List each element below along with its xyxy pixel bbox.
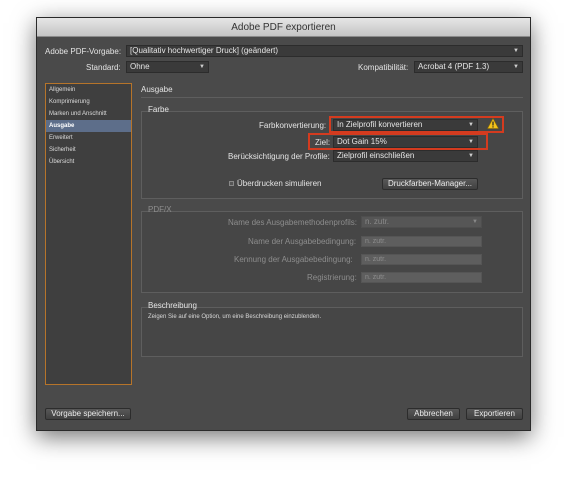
sidebar-item-ausgabe[interactable]: Ausgabe xyxy=(46,120,131,132)
registry-label: Registrierung: xyxy=(307,273,357,282)
sidebar: Allgemein Komprimierung Marken und Ansch… xyxy=(45,83,132,385)
save-preset-button[interactable]: Vorgabe speichern... xyxy=(45,408,131,420)
description-text: Zeigen Sie auf eine Option, um eine Besc… xyxy=(148,314,322,320)
output-profile-value: n. zutr. xyxy=(365,217,390,226)
output-profile-dropdown: n. zutr. ▼ xyxy=(361,216,482,228)
chevron-down-icon: ▼ xyxy=(513,48,519,54)
section-title: Ausgabe xyxy=(141,85,173,94)
condition-id-label: Kennung der Ausgabebedingung: xyxy=(234,255,353,264)
compat-dropdown[interactable]: Acrobat 4 (PDF 1.3) ▼ xyxy=(414,61,523,73)
target-highlight xyxy=(308,133,488,150)
chevron-down-icon: ▼ xyxy=(472,219,478,225)
profile-value: Zielprofil einschließen xyxy=(337,151,415,160)
standard-value: Ohne xyxy=(130,62,150,71)
window-title: Adobe PDF exportieren xyxy=(37,18,530,37)
chevron-down-icon: ▼ xyxy=(199,64,205,70)
condition-id-field: n. zutr. xyxy=(361,254,482,265)
conversion-highlight xyxy=(329,116,504,133)
preset-value: [Qualitativ hochwertiger Druck] (geänder… xyxy=(130,46,279,55)
profile-label: Berücksichtigung der Profile: xyxy=(228,152,330,161)
profile-dropdown[interactable]: Zielprofil einschließen ▼ xyxy=(333,150,478,162)
farbe-title: Farbe xyxy=(148,105,169,114)
chevron-down-icon: ▼ xyxy=(513,64,519,70)
standard-dropdown[interactable]: Ohne ▼ xyxy=(126,61,209,73)
registry-field: n. zutr. xyxy=(361,272,482,283)
section-divider xyxy=(141,97,523,98)
compat-value: Acrobat 4 (PDF 1.3) xyxy=(418,62,490,71)
preset-label: Adobe PDF-Vorgabe: xyxy=(45,47,122,56)
sidebar-item-allgemein[interactable]: Allgemein xyxy=(46,84,131,96)
standard-label: Standard: xyxy=(86,63,121,72)
description-title: Beschreibung xyxy=(148,301,197,310)
sidebar-item-sicherheit[interactable]: Sicherheit xyxy=(46,144,131,156)
ink-manager-button[interactable]: Druckfarben-Manager... xyxy=(382,178,478,190)
overprint-checkbox[interactable] xyxy=(229,181,234,186)
compat-label: Kompatibilität: xyxy=(358,63,409,72)
export-button[interactable]: Exportieren xyxy=(466,408,523,420)
cancel-button[interactable]: Abbrechen xyxy=(407,408,460,420)
warning-icon xyxy=(487,118,499,129)
preset-dropdown[interactable]: [Qualitativ hochwertiger Druck] (geänder… xyxy=(126,45,523,57)
chevron-down-icon: ▼ xyxy=(468,153,474,159)
sidebar-item-marken-und-anschnitt[interactable]: Marken und Anschnitt xyxy=(46,108,131,120)
sidebar-item-erweitert[interactable]: Erweitert xyxy=(46,132,131,144)
conversion-label: Farbkonvertierung: xyxy=(259,121,327,130)
sidebar-item-komprimierung[interactable]: Komprimierung xyxy=(46,96,131,108)
export-pdf-dialog: Adobe PDF exportieren Adobe PDF-Vorgabe:… xyxy=(36,17,531,431)
condition-name-label: Name der Ausgabebedingung: xyxy=(248,237,357,246)
condition-name-field: n. zutr. xyxy=(361,236,482,247)
overprint-label[interactable]: Überdrucken simulieren xyxy=(237,179,321,188)
output-profile-label: Name des Ausgabemethodenprofils: xyxy=(228,218,357,227)
sidebar-item-uebersicht[interactable]: Übersicht xyxy=(46,156,131,168)
pdfx-title: PDF/X xyxy=(148,205,172,214)
